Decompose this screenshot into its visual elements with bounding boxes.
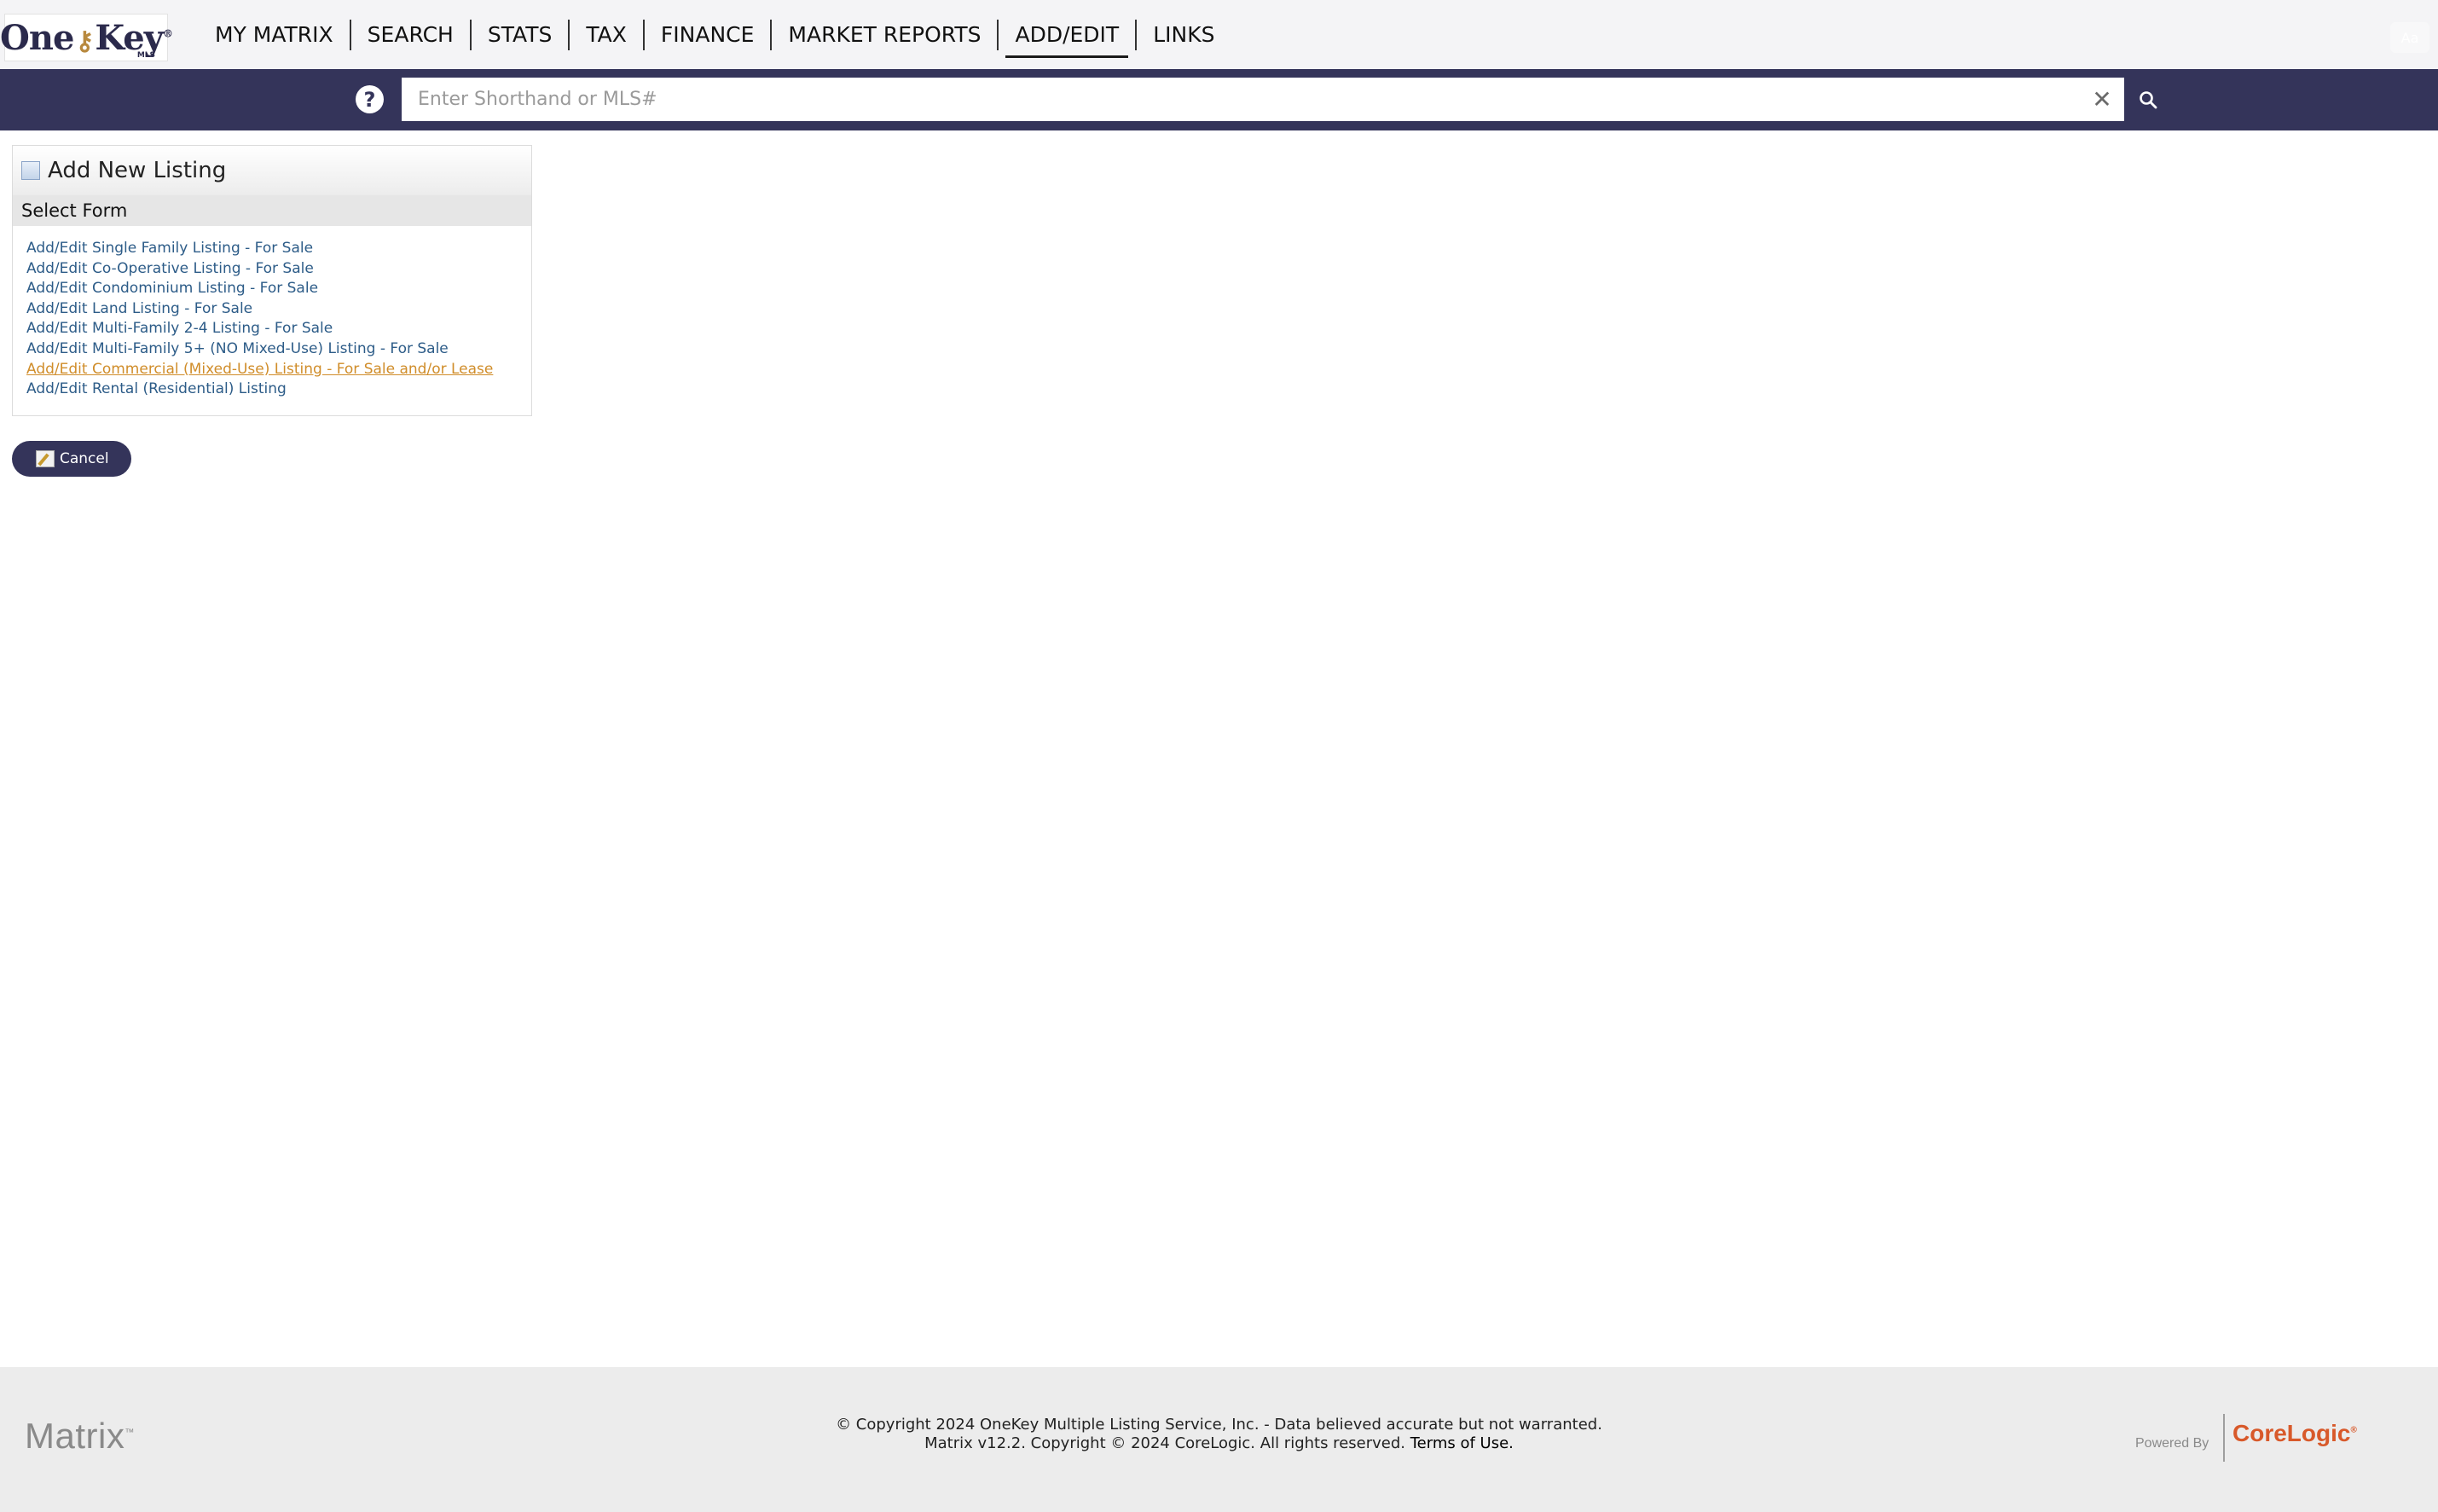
copyright-line-1: © Copyright 2024 OneKey Multiple Listing… — [836, 1416, 1602, 1434]
corelogic-registered-mark: ® — [2350, 1425, 2357, 1435]
powered-by-label: Powered By — [2135, 1436, 2209, 1451]
form-link[interactable]: Add/Edit Rental (Residential) Listing — [26, 379, 531, 400]
nav-item-tax[interactable]: TAX — [568, 19, 643, 50]
close-icon[interactable]: ✕ — [2088, 84, 2117, 113]
list-item: Add/Edit Single Family Listing - For Sal… — [26, 239, 531, 259]
nav-item-market-reports[interactable]: MARKET REPORTS — [770, 19, 997, 50]
shorthand-search-input[interactable] — [402, 78, 2124, 121]
add-new-listing-panel: Add New Listing Select Form Add/Edit Sin… — [12, 145, 532, 416]
logo-one-text: One — [0, 17, 74, 58]
key-icon: ⚷ — [75, 26, 94, 56]
magnifier-icon[interactable] — [2132, 84, 2164, 116]
panel-title: Add New Listing — [48, 158, 227, 183]
select-form-heading: Select Form — [13, 195, 531, 226]
list-item: Add/Edit Rental (Residential) Listing — [26, 379, 531, 400]
nav-item-search[interactable]: SEARCH — [349, 19, 470, 50]
list-item: Add/Edit Commercial (Mixed-Use) Listing … — [26, 360, 531, 380]
logo-registered-mark: ® — [162, 27, 173, 40]
form-link[interactable]: Add/Edit Multi-Family 5+ (NO Mixed-Use) … — [26, 339, 531, 360]
list-item: Add/Edit Co-Operative Listing - For Sale — [26, 259, 531, 280]
corelogic-logo[interactable]: CoreLogic® — [2232, 1420, 2357, 1447]
list-item: Add/Edit Multi-Family 5+ (NO Mixed-Use) … — [26, 339, 531, 360]
list-item: Add/Edit Multi-Family 2-4 Listing - For … — [26, 319, 531, 339]
font-size-button[interactable]: Aa — [2390, 22, 2429, 53]
form-link-list: Add/Edit Single Family Listing - For Sal… — [13, 226, 531, 400]
footer-divider — [2223, 1414, 2225, 1462]
nav-item-my-matrix[interactable]: MY MATRIX — [199, 20, 350, 50]
question-circle-icon[interactable]: ? — [356, 85, 384, 113]
form-link[interactable]: Add/Edit Single Family Listing - For Sal… — [26, 239, 531, 259]
copyright-line-2-text: Matrix v12.2. Copyright © 2024 CoreLogic… — [924, 1434, 1405, 1452]
edit-cancel-icon — [36, 450, 55, 467]
terms-of-use-link[interactable]: Terms of Use. — [1410, 1434, 1514, 1452]
list-item: Add/Edit Condominium Listing - For Sale — [26, 279, 531, 299]
form-link[interactable]: Add/Edit Commercial (Mixed-Use) Listing … — [26, 360, 531, 380]
cancel-label: Cancel — [60, 450, 109, 467]
page-footer: Matrix™ © Copyright 2024 OneKey Multiple… — [0, 1367, 2438, 1512]
copyright-notice: © Copyright 2024 OneKey Multiple Listing… — [0, 1416, 2438, 1453]
quick-search-bar: ? ✕ — [0, 69, 2438, 130]
logo-mls-text: MLS — [136, 51, 155, 60]
cancel-button[interactable]: Cancel — [12, 441, 131, 477]
top-navigation: One⚷Key® MLS MY MATRIX SEARCH STATS TAX FINA… — [0, 0, 2438, 69]
list-item: Add/Edit Land Listing - For Sale — [26, 299, 531, 320]
form-link[interactable]: Add/Edit Co-Operative Listing - For Sale — [26, 259, 531, 280]
form-link[interactable]: Add/Edit Multi-Family 2-4 Listing - For … — [26, 319, 531, 339]
copyright-line-2: Matrix v12.2. Copyright © 2024 CoreLogic… — [0, 1434, 2438, 1453]
main-menu: MY MATRIX SEARCH STATS TAX FINANCE MARKET REP… — [199, 0, 1231, 69]
nav-item-stats[interactable]: STATS — [469, 19, 569, 50]
panel-header: Add New Listing — [13, 146, 531, 195]
onekey-mls-logo[interactable]: One⚷Key® MLS — [0, 14, 173, 61]
corelogic-logo-text: CoreLogic — [2232, 1420, 2351, 1446]
form-link[interactable]: Add/Edit Land Listing - For Sale — [26, 299, 531, 320]
form-link[interactable]: Add/Edit Condominium Listing - For Sale — [26, 279, 531, 299]
nav-item-add-edit[interactable]: ADD/EDIT — [997, 19, 1135, 58]
nav-item-links[interactable]: LINKS — [1135, 19, 1231, 50]
listing-form-icon — [21, 161, 40, 180]
nav-item-finance[interactable]: FINANCE — [642, 19, 771, 50]
